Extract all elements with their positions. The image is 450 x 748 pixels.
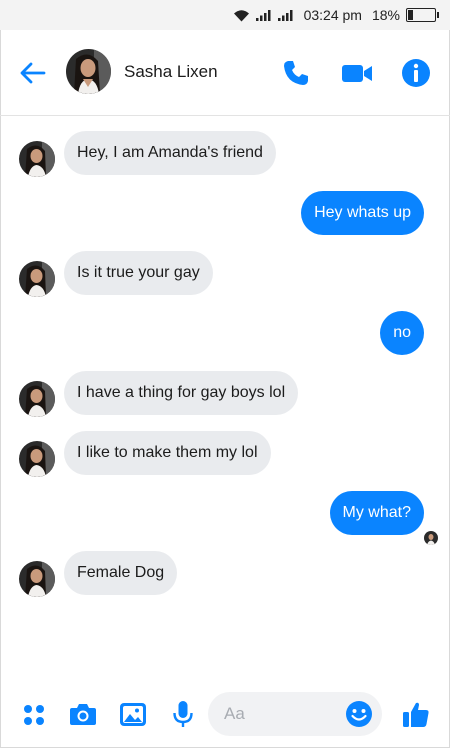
status-time: 03:24 pm — [303, 7, 362, 23]
battery-percent: 18% — [371, 7, 400, 23]
signal-icon — [277, 9, 294, 21]
info-icon[interactable] — [399, 56, 433, 90]
incoming-message-bubble[interactable]: Hey, I am Amanda's friend — [64, 131, 276, 175]
thumbs-up-icon[interactable] — [401, 699, 431, 729]
outgoing-message-bubble[interactable]: no — [380, 311, 424, 355]
status-bar: 03:24 pm 18% — [0, 0, 450, 30]
battery-level-fill — [408, 10, 413, 20]
incoming-message-bubble[interactable]: Is it true your gay — [64, 251, 213, 295]
avatar[interactable] — [66, 49, 111, 94]
outgoing-message-bubble[interactable]: Hey whats up — [301, 191, 424, 235]
phone-icon[interactable] — [279, 56, 313, 90]
battery-icon — [406, 8, 439, 22]
avatar[interactable] — [19, 561, 55, 597]
emoji-icon[interactable] — [344, 699, 374, 729]
incoming-message-bubble[interactable]: I like to make them my lol — [64, 431, 271, 475]
seen-indicator-avatar — [424, 531, 438, 545]
avatar[interactable] — [19, 441, 55, 477]
contact-name[interactable]: Sasha Lixen — [124, 62, 218, 82]
avatar[interactable] — [19, 381, 55, 417]
message-composer — [0, 686, 450, 746]
incoming-message-bubble[interactable]: Female Dog — [64, 551, 178, 595]
back-arrow-icon[interactable] — [18, 58, 48, 88]
apps-grid-icon[interactable] — [19, 699, 49, 729]
conversation-header: Sasha Lixen — [0, 30, 450, 116]
wifi-icon — [233, 9, 250, 22]
incoming-message-bubble[interactable]: I have a thing for gay boys lol — [64, 371, 299, 415]
video-camera-icon[interactable] — [340, 56, 374, 90]
image-icon[interactable] — [118, 699, 148, 729]
microphone-icon[interactable] — [168, 699, 198, 729]
outgoing-message-bubble[interactable]: My what? — [329, 491, 424, 535]
avatar[interactable] — [19, 141, 55, 177]
avatar[interactable] — [19, 261, 55, 297]
camera-icon[interactable] — [68, 699, 98, 729]
signal-icon — [255, 9, 272, 21]
